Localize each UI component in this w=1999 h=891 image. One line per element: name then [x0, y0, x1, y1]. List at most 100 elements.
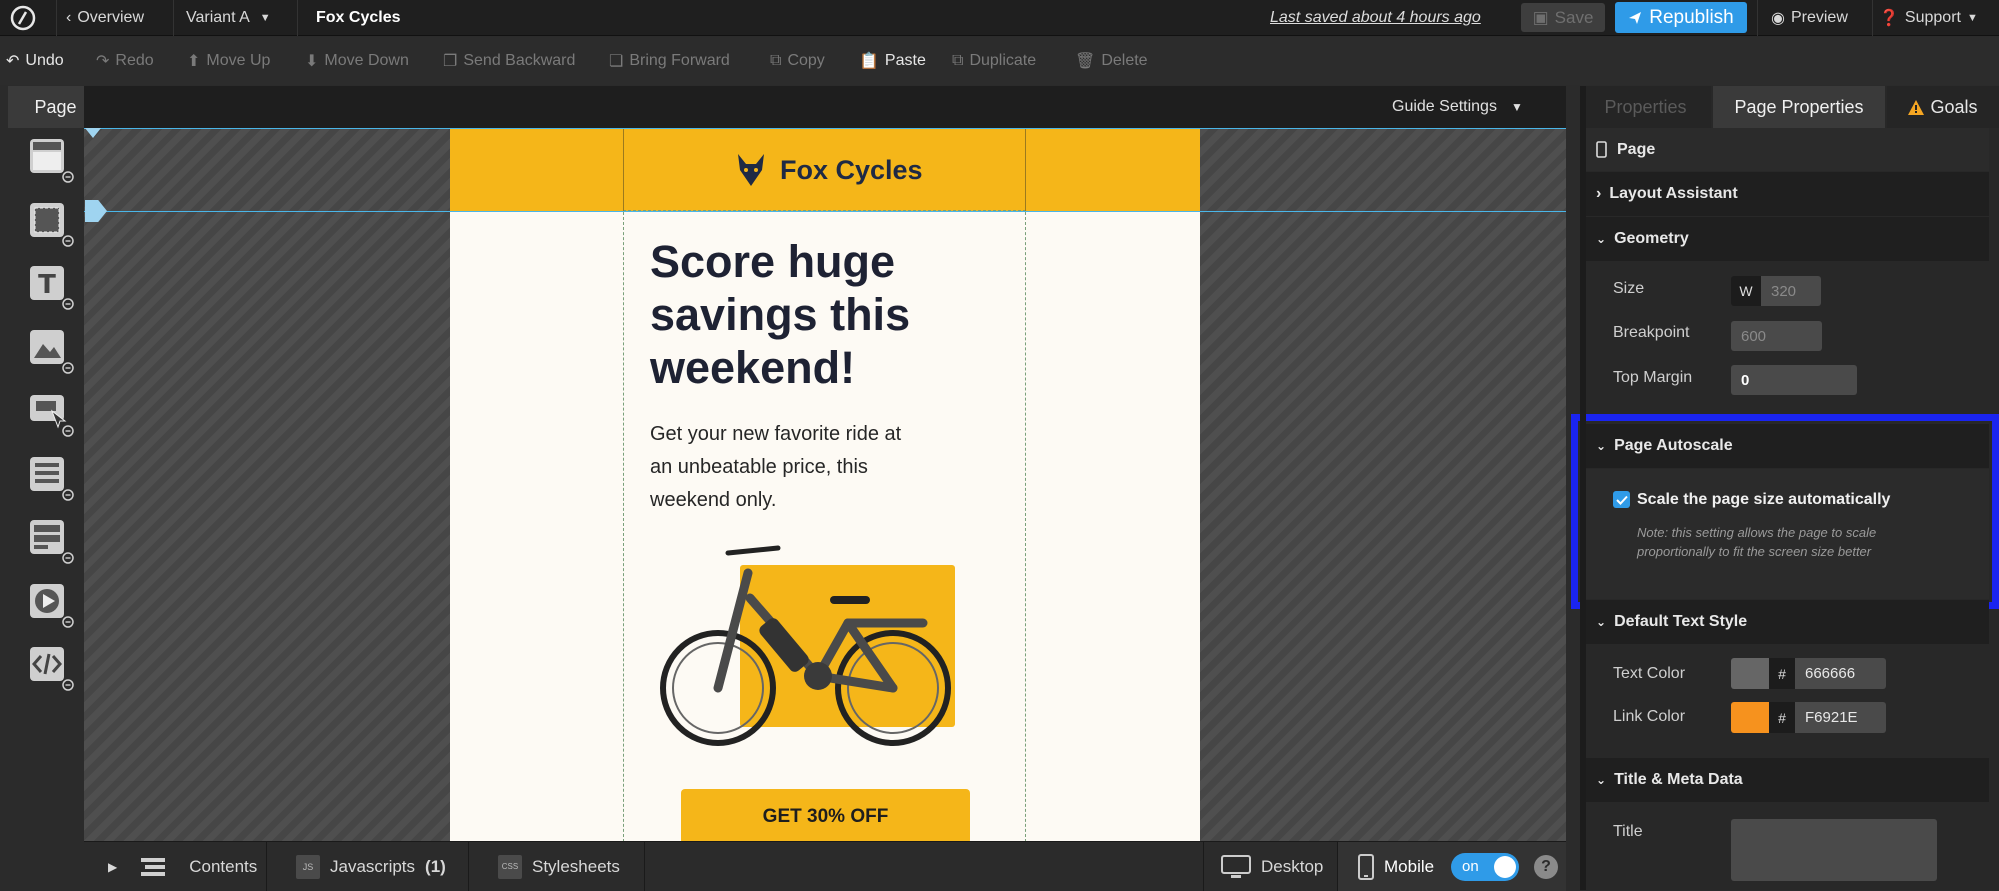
canvas-margin-left	[84, 128, 450, 841]
paper-plane-icon	[1629, 11, 1642, 24]
move-down-button[interactable]: ⬇ Move Down	[305, 37, 409, 85]
edit-toolbar: ↶ Undo ↷ Redo ⬆ Move Up ⬇ Move Down ❐ Send Ba…	[0, 37, 1999, 85]
last-saved-link[interactable]: Last saved about 4 hours ago	[1270, 0, 1481, 36]
text-color-swatch[interactable]	[1731, 658, 1769, 689]
contents-toggle[interactable]: ▶ Contents	[108, 842, 257, 891]
canvas-margin-right	[1200, 128, 1566, 841]
save-button[interactable]: ▣ Save	[1521, 3, 1605, 32]
button-icon[interactable]	[24, 387, 74, 437]
support-dropdown[interactable]: ❓ Support ▼	[1879, 0, 1978, 36]
play-caret-icon: ▶	[108, 859, 118, 874]
delete-button[interactable]: 🗑 Delete	[1075, 37, 1148, 85]
redo-button[interactable]: ↷ Redo	[96, 37, 154, 85]
chevron-down-icon: ⌄	[1596, 773, 1607, 787]
layout-assistant-section[interactable]: › Layout Assistant	[1584, 172, 1989, 216]
chevron-down-icon: ⌄	[1596, 615, 1607, 629]
desktop-view-button[interactable]: Desktop	[1221, 842, 1323, 891]
clipboard-icon: 📋	[859, 53, 879, 70]
undo-button[interactable]: ↶ Undo	[6, 37, 64, 85]
highlight-frame	[1571, 414, 1999, 609]
circle-logo-icon[interactable]	[10, 5, 36, 31]
text-icon[interactable]: T	[24, 260, 74, 310]
guide-line-left	[623, 212, 624, 841]
paste-button[interactable]: 📋 Paste	[859, 37, 926, 85]
list-icon[interactable]	[24, 514, 74, 564]
image-icon[interactable]	[24, 324, 74, 374]
css-file-icon: CSS	[498, 854, 522, 879]
tab-goals[interactable]: Goals	[1887, 86, 1999, 128]
arrow-down-icon: ⬇	[305, 53, 319, 70]
mobile-toggle-switch[interactable]: on	[1451, 853, 1519, 881]
text-color-label: Text Color	[1613, 665, 1686, 682]
svg-text:T: T	[38, 270, 56, 300]
bottom-bar: ▶ Contents JS Javascripts (1) CSS Styles…	[84, 841, 1566, 891]
mobile-view-button[interactable]: Mobile	[1358, 842, 1434, 891]
cta-button[interactable]: GET 30% OFF	[681, 789, 970, 841]
send-backward-icon: ❐	[443, 53, 458, 70]
form-icon[interactable]	[24, 451, 74, 501]
js-file-icon: JS	[296, 854, 320, 879]
horizontal-guide-header	[84, 211, 1566, 212]
guide-line-right	[1025, 212, 1026, 841]
tab-page-properties[interactable]: Page Properties	[1713, 86, 1885, 128]
move-up-button[interactable]: ⬆ Move Up	[187, 37, 270, 85]
desktop-icon	[1221, 854, 1251, 878]
eye-icon: ◉	[1771, 10, 1785, 27]
preview-button[interactable]: ◉ Preview	[1771, 0, 1848, 36]
help-circle-icon: ❓	[1879, 10, 1899, 27]
tab-properties[interactable]: Properties	[1580, 86, 1711, 128]
guide-settings-dropdown[interactable]: Guide Settings ▼	[1392, 86, 1523, 128]
top-margin-input[interactable]: 0	[1731, 365, 1857, 395]
title-label: Title	[1613, 823, 1643, 840]
section-icon[interactable]	[24, 133, 74, 183]
width-input[interactable]: 320	[1761, 276, 1821, 306]
horizontal-guide-top	[84, 128, 1566, 129]
link-color-swatch[interactable]	[1731, 702, 1769, 733]
default-text-style-section[interactable]: ⌄ Default Text Style	[1584, 600, 1989, 644]
caret-down-icon: ▼	[1966, 12, 1978, 24]
video-icon[interactable]	[24, 578, 74, 628]
mobile-icon	[1596, 141, 1607, 158]
breakpoint-input[interactable]: 600	[1731, 321, 1822, 351]
chevron-down-icon: ⌄	[1596, 232, 1607, 246]
copy-icon: ⧉	[770, 52, 782, 69]
republish-button[interactable]: Republish	[1615, 2, 1747, 33]
body-text[interactable]: Get your new favorite ride at an unbeata…	[650, 418, 901, 517]
code-icon[interactable]	[24, 641, 74, 691]
ebike-image[interactable]	[658, 528, 958, 753]
title-meta-section[interactable]: ⌄ Title & Meta Data	[1584, 758, 1989, 802]
undo-icon: ↶	[6, 53, 20, 70]
copy-button[interactable]: ⧉ Copy	[770, 37, 825, 85]
duplicate-button[interactable]: ⧉ Duplicate	[952, 37, 1036, 85]
text-color-input[interactable]: 666666	[1795, 658, 1886, 689]
stylesheets-button[interactable]: CSS Stylesheets	[498, 842, 620, 891]
title-textarea[interactable]	[1731, 819, 1937, 881]
link-color-input[interactable]: F6921E	[1795, 702, 1886, 733]
width-prefix: W	[1731, 276, 1761, 306]
send-backward-button[interactable]: ❐ Send Backward	[443, 37, 575, 85]
mobile-icon	[1358, 853, 1374, 880]
caret-down-icon: ▼	[259, 12, 271, 24]
list-icon	[141, 857, 166, 876]
geometry-section[interactable]: ⌄ Geometry	[1584, 217, 1989, 261]
arrow-up-icon: ⬆	[187, 53, 201, 70]
variant-dropdown[interactable]: Variant A ▼	[186, 0, 271, 36]
top-bar: ‹ Overview Variant A ▼ Fox Cycles Last s…	[0, 0, 1999, 36]
bring-forward-button[interactable]: ❏ Bring Forward	[609, 37, 730, 85]
chevron-left-icon: ‹	[66, 9, 72, 26]
landing-page[interactable]: Fox Cycles Score huge savings this weeke…	[450, 128, 1200, 841]
page-name: Fox Cycles	[316, 9, 401, 26]
page-row: Page	[1584, 128, 1989, 171]
panel-divider	[1580, 86, 1586, 890]
header-column-guides	[623, 128, 1026, 211]
duplicate-icon: ⧉	[952, 52, 964, 69]
box-icon[interactable]	[24, 197, 74, 247]
overview-link[interactable]: ‹ Overview	[66, 0, 144, 36]
help-icon[interactable]: ?	[1534, 855, 1558, 879]
headline[interactable]: Score huge savings this weekend!	[650, 235, 910, 394]
size-label: Size	[1613, 280, 1645, 297]
floppy-icon: ▣	[1532, 7, 1549, 27]
javascripts-button[interactable]: JS Javascripts (1)	[296, 842, 446, 891]
bring-forward-icon: ❏	[609, 53, 624, 70]
trash-icon: 🗑	[1075, 53, 1096, 70]
